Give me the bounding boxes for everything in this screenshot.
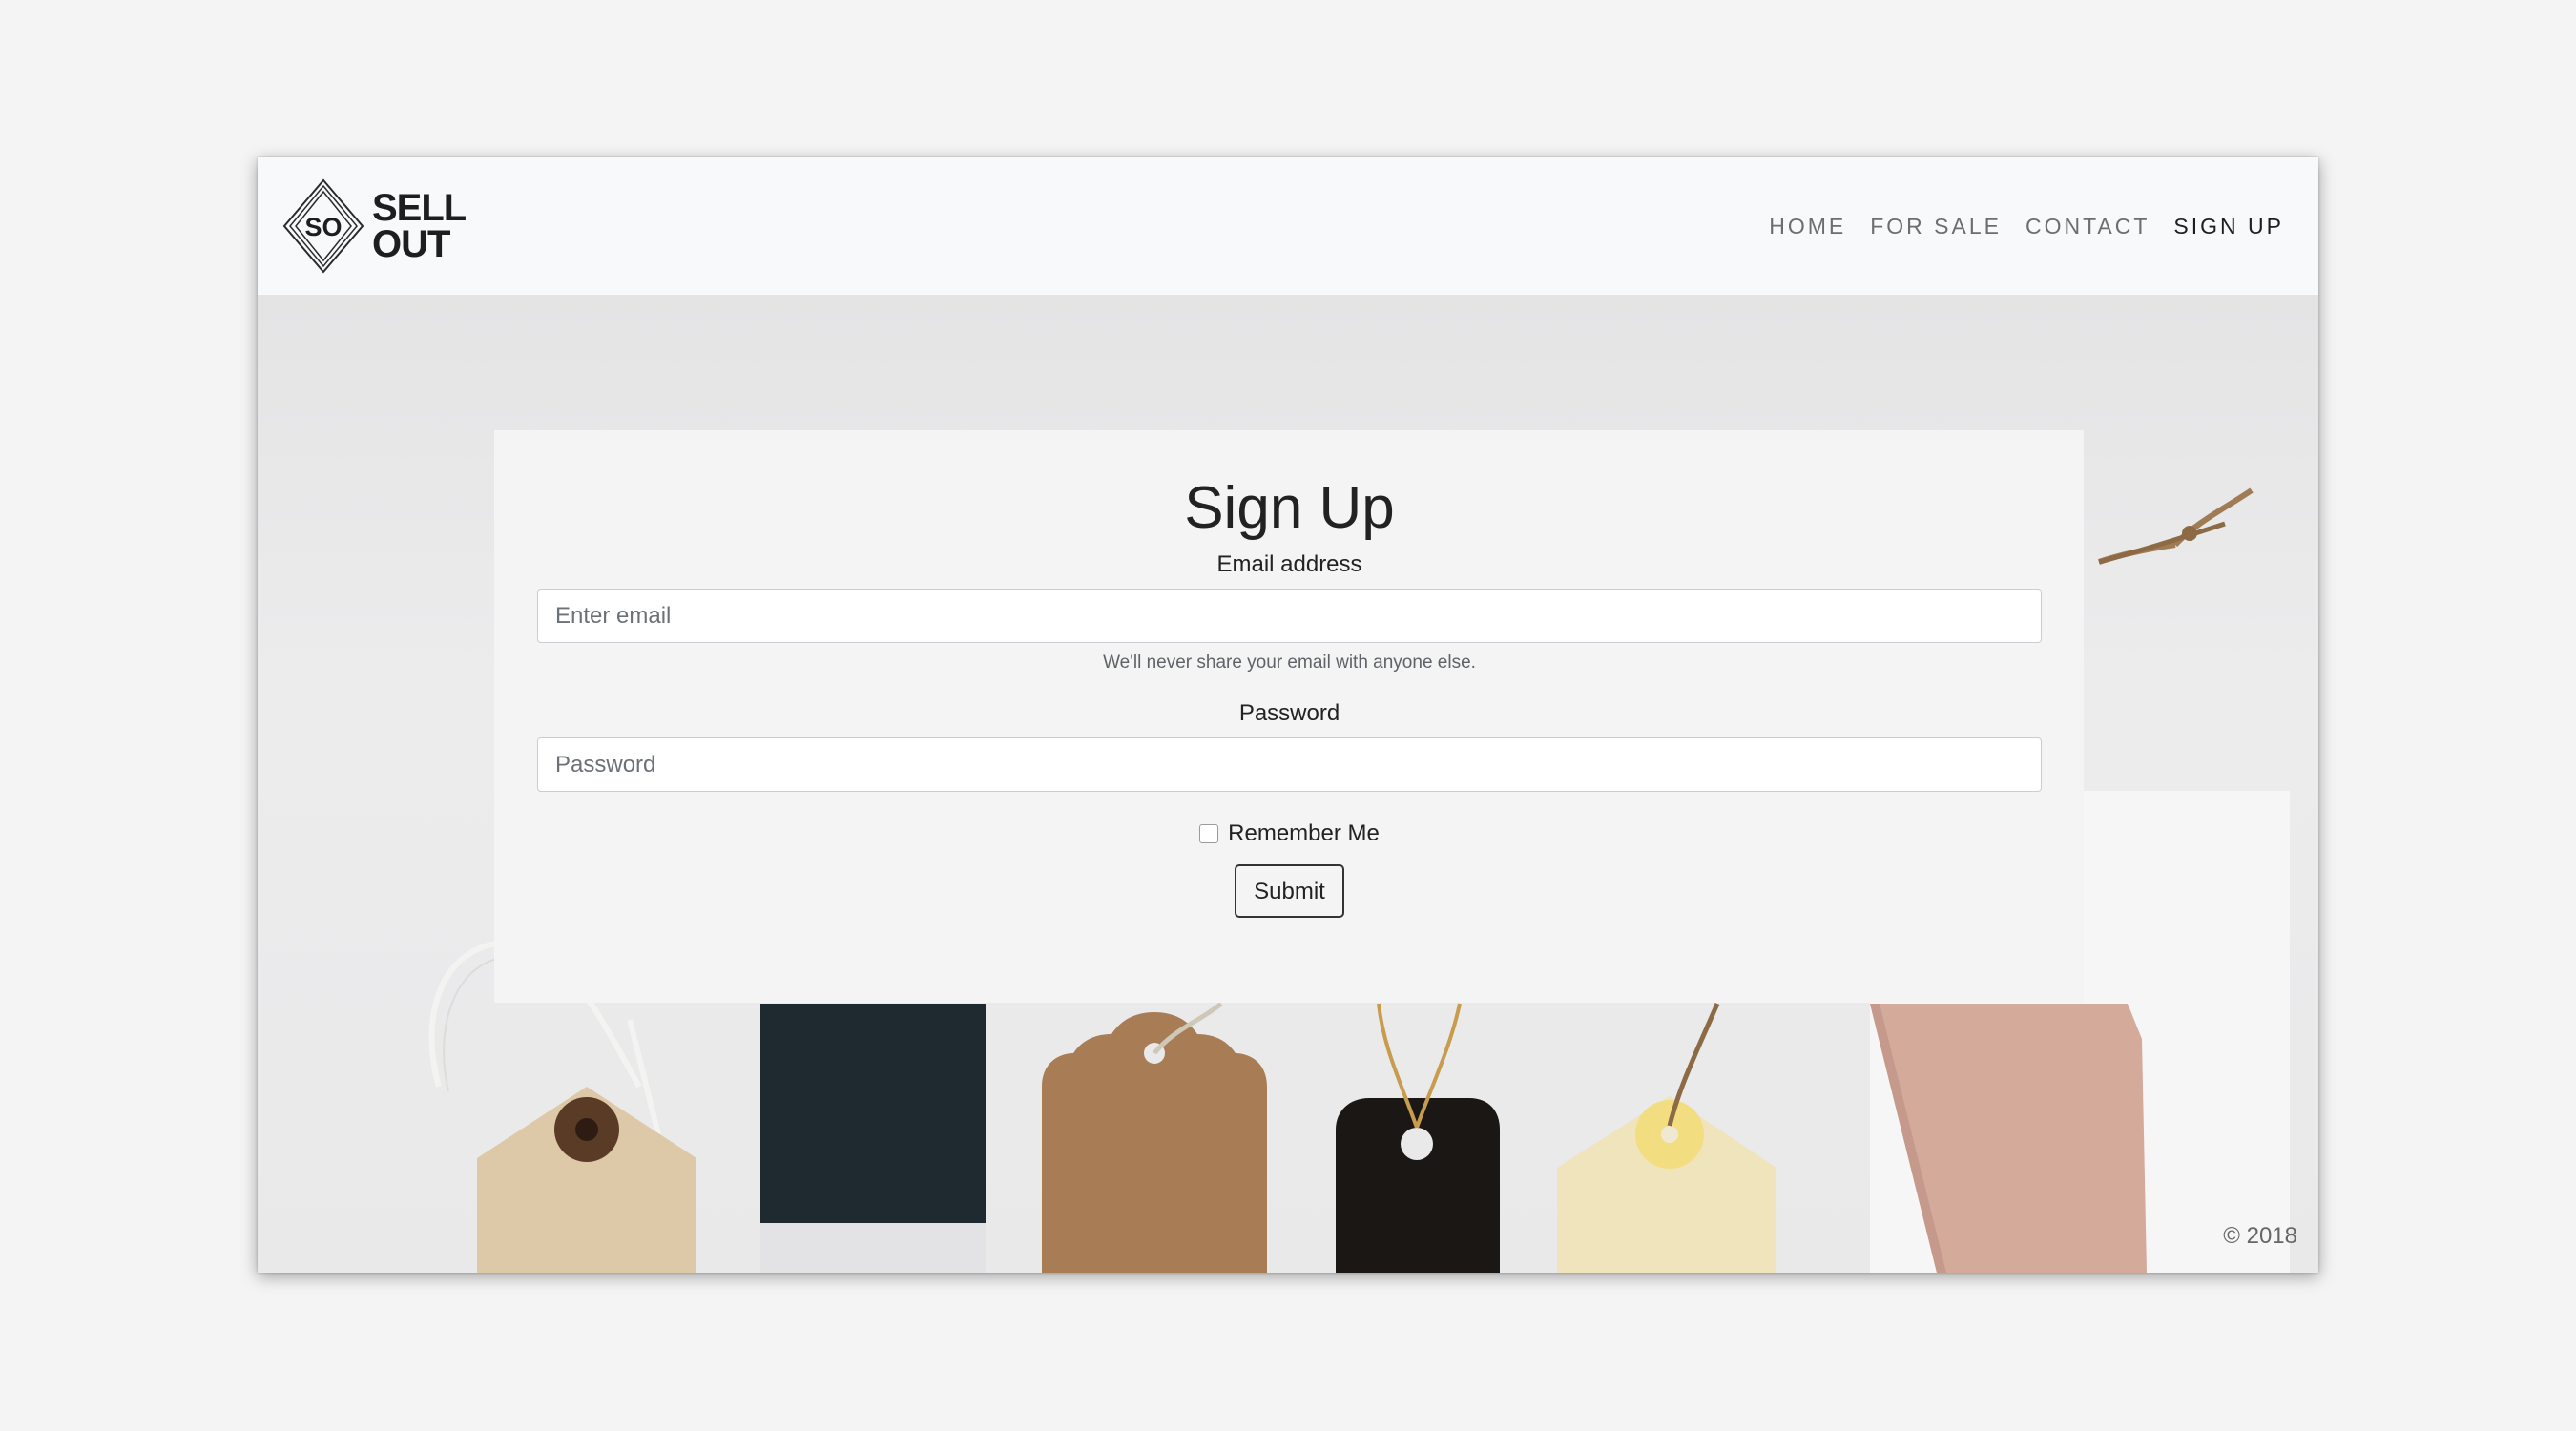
- brand-wordmark: SELL OUT: [372, 187, 467, 265]
- nav-contact-link[interactable]: CONTACT: [2025, 214, 2150, 239]
- brand-monogram: SO: [304, 213, 342, 241]
- sign-up-form: Sign Up Email address We'll never share …: [494, 430, 2084, 1003]
- remember-me-label[interactable]: Remember Me: [1228, 820, 1380, 847]
- browser-viewport: SO SELL OUT HOME FOR SALE CONTACT SIGN U…: [258, 157, 2318, 1273]
- remember-me-checkbox[interactable]: [1199, 824, 1219, 843]
- brand-logo[interactable]: SO SELL OUT: [282, 178, 467, 274]
- copyright-text: © 2018: [2223, 1223, 2297, 1249]
- page-title: Sign Up: [1184, 475, 1395, 541]
- nav-home-link[interactable]: HOME: [1769, 214, 1846, 239]
- nav-for-sale-link[interactable]: FOR SALE: [1870, 214, 2002, 239]
- submit-button[interactable]: Submit: [1235, 864, 1344, 918]
- remember-me-row: Remember Me: [537, 820, 2042, 847]
- brand-line-2: OUT: [372, 223, 450, 265]
- nav-menu: HOME FOR SALE CONTACT SIGN UP: [1769, 214, 2284, 239]
- brand-line-1: SELL: [372, 187, 467, 229]
- diamond-logo-icon: SO: [282, 178, 364, 274]
- navbar: SO SELL OUT HOME FOR SALE CONTACT SIGN U…: [258, 157, 2318, 295]
- nav-sign-up-link[interactable]: SIGN UP: [2173, 214, 2284, 239]
- password-field[interactable]: [537, 737, 2042, 792]
- email-label: Email address: [1216, 551, 1362, 577]
- email-field[interactable]: [537, 589, 2042, 643]
- password-label: Password: [1238, 700, 1340, 726]
- email-help-text: We'll never share your email with anyone…: [1103, 653, 1476, 673]
